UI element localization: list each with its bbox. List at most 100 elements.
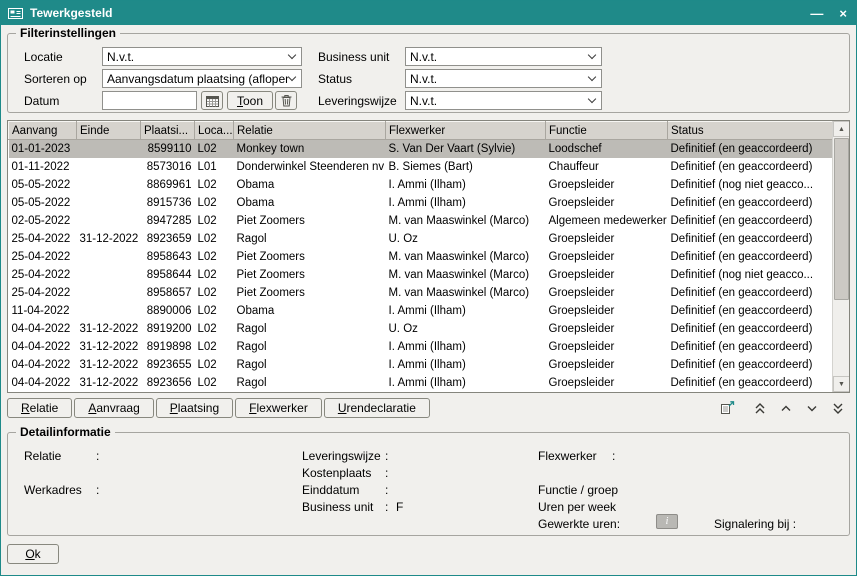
- cell: Ragol: [234, 338, 386, 356]
- table-row[interactable]: 01-11-20228573016L01Donderwinkel Steende…: [9, 158, 833, 176]
- cell: I. Ammi (Ilham): [386, 176, 546, 194]
- nav-aanvraag-button[interactable]: Aanvraag: [74, 398, 153, 418]
- business-unit-label: Business unit: [318, 50, 389, 64]
- table-row[interactable]: 25-04-20228958643L02Piet ZoomersM. van M…: [9, 248, 833, 266]
- column-header-functie[interactable]: Functie: [546, 122, 668, 140]
- cell: 8958644: [141, 266, 195, 284]
- cell: L02: [195, 356, 234, 374]
- cell: Monkey town: [234, 140, 386, 158]
- column-header-aanvang[interactable]: Aanvang: [9, 122, 77, 140]
- leveringswijze-select[interactable]: N.v.t.: [405, 91, 602, 110]
- colon: :: [96, 483, 99, 497]
- business-unit-select[interactable]: N.v.t.: [405, 47, 602, 66]
- scroll-down-button[interactable]: ▼: [833, 376, 850, 392]
- scroll-first-button[interactable]: [751, 400, 768, 416]
- scroll-previous-button[interactable]: [777, 400, 794, 416]
- status-select[interactable]: N.v.t.: [405, 69, 602, 88]
- scroll-last-button[interactable]: [829, 400, 846, 416]
- colon: :: [385, 500, 388, 514]
- cell: Definitief (en geaccordeerd): [668, 338, 833, 356]
- cell: 8923656: [141, 374, 195, 392]
- column-header-loca[interactable]: Loca...: [195, 122, 234, 140]
- table-row[interactable]: 04-04-202231-12-20228923655L02RagolI. Am…: [9, 356, 833, 374]
- table-row[interactable]: 05-05-20228915736L02ObamaI. Ammi (Ilham)…: [9, 194, 833, 212]
- table-row[interactable]: 25-04-20228958644L02Piet ZoomersM. van M…: [9, 266, 833, 284]
- table-row[interactable]: 11-04-20228890006L02ObamaI. Ammi (Ilham)…: [9, 302, 833, 320]
- cell: [77, 248, 141, 266]
- datum-input[interactable]: [102, 91, 197, 110]
- cell: 25-04-2022: [9, 230, 77, 248]
- column-header-relatie[interactable]: Relatie: [234, 122, 386, 140]
- cell: 31-12-2022: [77, 320, 141, 338]
- chevron-down-nav-icon: [806, 402, 818, 415]
- scroll-next-button[interactable]: [803, 400, 820, 416]
- detail-business-unit-label: Business unit: [302, 500, 373, 514]
- nav-relatie-button[interactable]: Relatie: [7, 398, 72, 418]
- nav-plaatsing-button[interactable]: Plaatsing: [156, 398, 233, 418]
- titlebar: Tewerkgesteld — ×: [1, 1, 856, 25]
- column-header-flexwerker[interactable]: Flexwerker: [386, 122, 546, 140]
- cell: Ragol: [234, 230, 386, 248]
- detail-gewerkte-uren-label: Gewerkte uren:: [538, 517, 620, 531]
- table-row[interactable]: 05-05-20228869961L02ObamaI. Ammi (Ilham)…: [9, 176, 833, 194]
- scroll-up-button[interactable]: ▲: [833, 121, 850, 137]
- tewerkgesteld-window: Tewerkgesteld — × Filterinstellingen Loc…: [0, 0, 857, 576]
- table-row[interactable]: 25-04-202231-12-20228923659L02RagolU. Oz…: [9, 230, 833, 248]
- cell: [77, 176, 141, 194]
- cell: Groepsleider: [546, 230, 668, 248]
- table-row[interactable]: 25-04-20228958657L02Piet ZoomersM. van M…: [9, 284, 833, 302]
- table-row[interactable]: 01-01-20238599110L02Monkey townS. Van De…: [9, 140, 833, 158]
- double-chevron-down-icon: [832, 402, 844, 415]
- cell: [77, 158, 141, 176]
- clear-filter-button[interactable]: [275, 91, 297, 110]
- nav-urendeclaratie-button[interactable]: Urendeclaratie: [324, 398, 430, 418]
- cell: 25-04-2022: [9, 284, 77, 302]
- cell: Definitief (en geaccordeerd): [668, 230, 833, 248]
- column-header-einde[interactable]: Einde: [77, 122, 141, 140]
- cell: Ragol: [234, 374, 386, 392]
- arrow-up-icon: ▲: [838, 126, 845, 133]
- toon-button[interactable]: Toon: [227, 91, 273, 110]
- cell: L02: [195, 212, 234, 230]
- detail-legend: Detailinformatie: [16, 425, 115, 439]
- minimize-button[interactable]: —: [810, 7, 823, 20]
- ok-button[interactable]: Ok: [7, 544, 59, 564]
- cell: S. Van Der Vaart (Sylvie): [386, 140, 546, 158]
- window-title: Tewerkgesteld: [30, 6, 112, 20]
- info-button[interactable]: i: [656, 514, 678, 529]
- table-row[interactable]: 02-05-20228947285L02Piet ZoomersM. van M…: [9, 212, 833, 230]
- column-header-plaatsi[interactable]: Plaatsi...: [141, 122, 195, 140]
- cell: Donderwinkel Steenderen nv: [234, 158, 386, 176]
- locatie-value: N.v.t.: [107, 50, 134, 64]
- cell: M. van Maaswinkel (Marco): [386, 284, 546, 302]
- cell: 31-12-2022: [77, 356, 141, 374]
- chevron-down-icon: [588, 51, 596, 59]
- detail-uren-per-week-label: Uren per week: [538, 500, 616, 514]
- cell: Obama: [234, 302, 386, 320]
- cell: 04-04-2022: [9, 320, 77, 338]
- locatie-select[interactable]: N.v.t.: [102, 47, 302, 66]
- colon: :: [385, 466, 388, 480]
- cell: M. van Maaswinkel (Marco): [386, 248, 546, 266]
- sorteren-select[interactable]: Aanvangsdatum plaatsing (aflopend): [102, 69, 302, 88]
- detail-kostenplaats-label: Kostenplaats: [302, 466, 371, 480]
- nav-flexwerker-button[interactable]: Flexwerker: [235, 398, 322, 418]
- table-row[interactable]: 04-04-202231-12-20228919898L02RagolI. Am…: [9, 338, 833, 356]
- scrollbar-thumb[interactable]: [834, 138, 849, 300]
- table-row[interactable]: 04-04-202231-12-20228923656L02RagolI. Am…: [9, 374, 833, 392]
- open-record-button[interactable]: [719, 400, 736, 416]
- calendar-button[interactable]: [201, 91, 223, 110]
- cell: L01: [195, 158, 234, 176]
- colon: :: [612, 449, 615, 463]
- nav-button-label: Plaatsing: [170, 401, 219, 415]
- cell: I. Ammi (Ilham): [386, 338, 546, 356]
- placements-table: AanvangEindePlaatsi...Loca...RelatieFlex…: [8, 121, 833, 392]
- nav-button-label: Aanvraag: [88, 401, 139, 415]
- close-button[interactable]: ×: [839, 7, 847, 20]
- detail-flexwerker-label: Flexwerker: [538, 449, 597, 463]
- column-header-status[interactable]: Status: [668, 122, 833, 140]
- table-row[interactable]: 04-04-202231-12-20228919200L02RagolU. Oz…: [9, 320, 833, 338]
- cell: 31-12-2022: [77, 374, 141, 392]
- status-label: Status: [318, 72, 352, 86]
- vertical-scrollbar[interactable]: ▲ ▼: [832, 121, 849, 392]
